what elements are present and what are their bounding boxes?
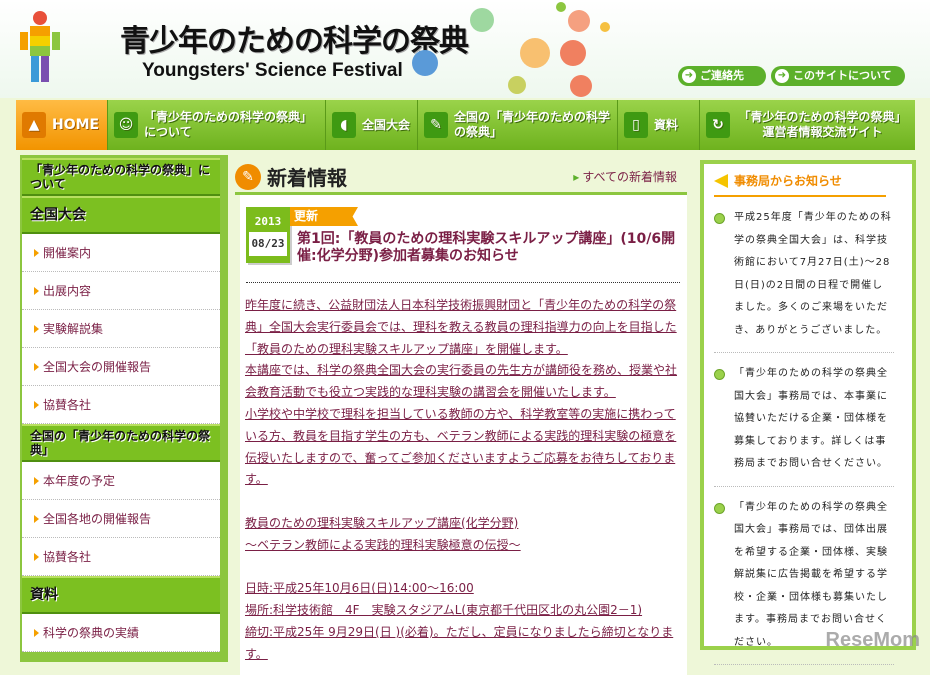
festival-logo[interactable]	[15, 6, 65, 94]
person-icon: ☺	[114, 112, 138, 138]
sidebar-link[interactable]: 全国各地の開催報告	[43, 510, 151, 527]
site-header: 青少年のための科学の祭典 Youngsters' Science Festiva…	[0, 0, 930, 98]
sidebar-item[interactable]: 協賛各社	[22, 538, 220, 576]
nav-label: 全国の「青少年のための科学の祭典」	[454, 110, 611, 139]
news-paragraph[interactable]: 昨年度に続き、公益財団法人日本科学技術振興財団と「青少年のための科学の祭典」全国…	[245, 295, 677, 360]
divider	[246, 282, 680, 283]
all-news-link[interactable]: すべての新着情報	[573, 168, 677, 185]
nav-home[interactable]: ▲ HOME	[16, 100, 108, 150]
notices-title: 事務局からお知らせ	[714, 172, 886, 197]
date-badge: 2013 08/23	[246, 207, 290, 263]
sidebar-link[interactable]: 科学の祭典の実績	[43, 624, 139, 641]
news-paragraph[interactable]: 日時:平成25年10月6日(日)14:00～16:00	[245, 578, 677, 600]
nav-national[interactable]: ◖ 全国大会	[326, 100, 418, 150]
notice-item: 平成25年度「青少年のための科学の祭典全国大会」は、科学技術館において7月27日…	[714, 197, 894, 353]
sidebar-link[interactable]: 全国大会の開催報告	[43, 358, 151, 375]
notice-item: 「青少年のための科学の祭典全国大会」事務局では、本事業に協賛いただける企業・団体…	[714, 353, 894, 487]
home-icon: ▲	[22, 112, 46, 138]
section-title-text: 新着情報	[267, 166, 347, 190]
update-badge: 更新	[290, 207, 358, 226]
sidebar-item[interactable]: 全国大会の開催報告	[22, 348, 220, 386]
sidebar-link[interactable]: 本年度の予定	[43, 472, 115, 489]
news-paragraph[interactable]: 小学校や中学校で理科を担当している教師の方や、科学教室等の実施に携わっている方、…	[245, 404, 677, 491]
sidebar-link[interactable]: 開催案内	[43, 244, 91, 261]
news-paragraph[interactable]: 教員のための理科実験スキルアップ講座(化学分野)	[245, 513, 677, 535]
sidebar-link[interactable]: 協賛各社	[43, 396, 91, 413]
nav-label: 「青少年のための科学の祭典」について	[144, 110, 313, 139]
resemom-watermark: ReseMom	[825, 629, 920, 651]
sidebar: 「青少年のための科学の祭典」について 全国大会 開催案内 出展内容 実験解説集 …	[20, 155, 228, 662]
main-nav: ▲ HOME ☺ 「青少年のための科学の祭典」について ◖ 全国大会 ✎ 全国の「青少年…	[16, 100, 915, 150]
nav-label: 全国大会	[362, 117, 411, 132]
nav-label: 資料	[654, 117, 679, 132]
news-paragraph[interactable]: ～ベテラン教師による実践的理科実験極意の伝授～	[245, 535, 677, 557]
nav-label: 「青少年のための科学の祭典」運営者情報交流サイト	[738, 110, 907, 139]
sidebar-item[interactable]: 協賛各社	[22, 386, 220, 424]
news-date: 08/23	[249, 232, 287, 256]
japan-map-icon: ✎	[424, 112, 448, 138]
nav-operators[interactable]: ↻ 「青少年のための科学の祭典」運営者情報交流サイト	[700, 100, 915, 150]
news-panel: 2013 08/23 更新 第1回:「教員のための理科実験スキルアップ講座」(1…	[240, 195, 687, 675]
contact-button[interactable]: ご連絡先	[678, 66, 766, 86]
sidebar-link[interactable]: 出展内容	[43, 282, 91, 299]
site-subtitle: Youngsters' Science Festival	[142, 60, 403, 81]
news-paragraph[interactable]: 場所:科学技術館 4F 実験スタジアムL(東京都千代田区北の丸公園2－1)	[245, 600, 677, 622]
nav-regional[interactable]: ✎ 全国の「青少年のための科学の祭典」	[418, 100, 618, 150]
refresh-icon: ↻	[706, 112, 730, 138]
sidebar-regional-head[interactable]: 全国の「青少年のための科学の祭典」	[22, 424, 220, 462]
news-icon: ✎	[235, 163, 261, 190]
sidebar-item[interactable]: 科学の祭典の実績	[22, 614, 220, 652]
news-section: ✎新着情報 すべての新着情報 2013 08/23 更新 第1回:「教員のための…	[235, 158, 687, 675]
sidebar-item[interactable]: 実験解説集	[22, 310, 220, 348]
news-year: 2013	[254, 215, 282, 228]
section-title: ✎ 新着情報	[235, 162, 347, 191]
news-title: 第1回:「教員のための理科実験スキルアップ講座」(10/6開催:化学分野)参加者…	[297, 231, 677, 265]
notices-box: 事務局からお知らせ 平成25年度「青少年のための科学の祭典全国大会」は、科学技術…	[700, 160, 916, 665]
news-title-link[interactable]: 第1回:「教員のための理科実験スキルアップ講座」(10/6開催:化学分野)参加者…	[297, 231, 675, 264]
sidebar-materials-head[interactable]: 資料	[22, 576, 220, 614]
about-site-button[interactable]: このサイトについて	[771, 66, 905, 86]
sidebar-link[interactable]: 協賛各社	[43, 548, 91, 565]
sidebar-national-head[interactable]: 全国大会	[22, 196, 220, 234]
sidebar-link[interactable]: 実験解説集	[43, 320, 103, 337]
megaphone-icon: ◖	[332, 112, 356, 138]
sidebar-item[interactable]: 開催案内	[22, 234, 220, 272]
news-body[interactable]: 昨年度に続き、公益財団法人日本科学技術振興財団と「青少年のための科学の祭典」全国…	[245, 295, 677, 666]
sidebar-about[interactable]: 「青少年のための科学の祭典」について	[22, 158, 220, 196]
sidebar-item[interactable]: 出展内容	[22, 272, 220, 310]
news-paragraph[interactable]: 本講座では、科学の祭典全国大会の実行委員の先生方が講師役を務め、授業や社会教育活…	[245, 360, 677, 404]
nav-about[interactable]: ☺ 「青少年のための科学の祭典」について	[108, 100, 326, 150]
book-icon: ▯	[624, 112, 648, 138]
nav-label: HOME	[52, 116, 100, 133]
sidebar-item[interactable]: 本年度の予定	[22, 462, 220, 500]
news-paragraph[interactable]: 締切:平成25年 9月29日(日 )(必着)。ただし、定員になりましたら締切とな…	[245, 622, 677, 666]
sidebar-item[interactable]: 全国各地の開催報告	[22, 500, 220, 538]
nav-materials[interactable]: ▯ 資料	[618, 100, 700, 150]
